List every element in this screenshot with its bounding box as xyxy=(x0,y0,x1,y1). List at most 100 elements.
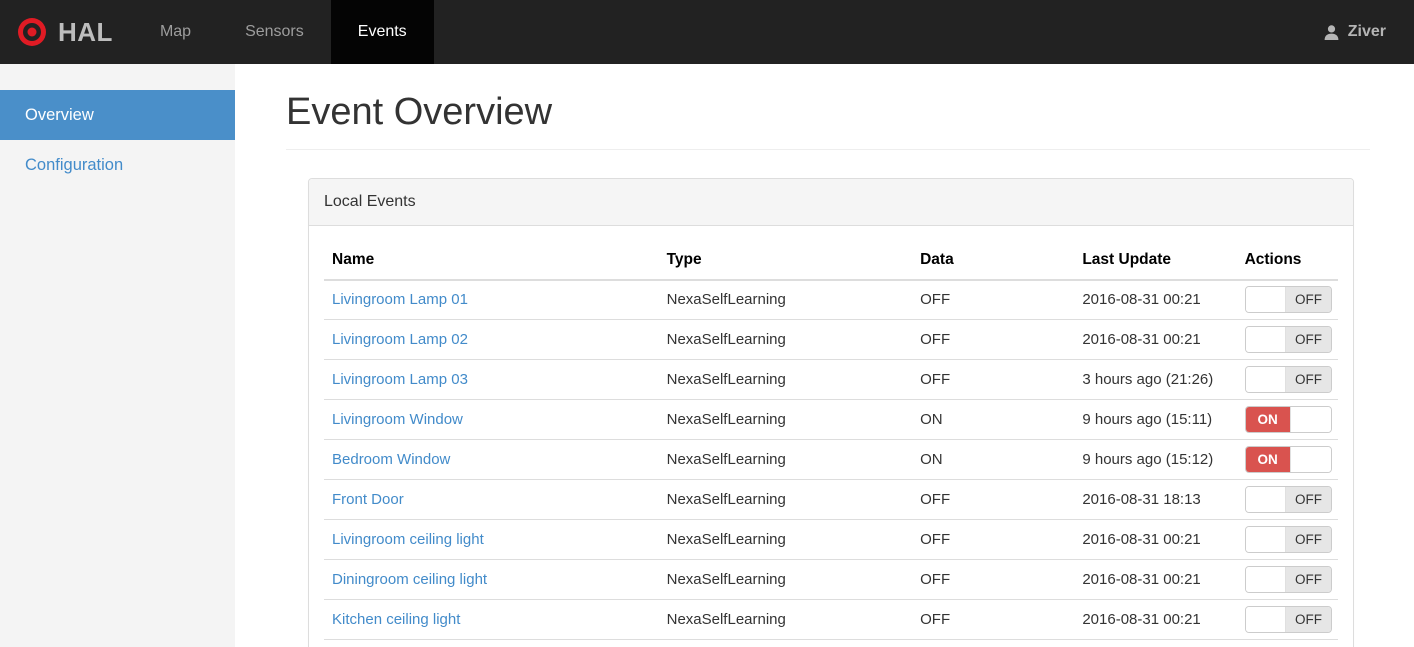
toggle-state-label: OFF xyxy=(1286,367,1331,393)
cell-type: NexaSelfLearning xyxy=(658,439,913,481)
cell-actions: OFF xyxy=(1236,319,1338,361)
event-name-link[interactable]: Livingroom Lamp 02 xyxy=(332,331,468,348)
column-header-last-update: Last Update xyxy=(1074,240,1237,281)
table-row: Diningroom ceiling light NexaSelfLearning… xyxy=(324,559,1338,601)
cell-last-update: 2016-08-31 00:21 xyxy=(1074,319,1237,361)
toggle-switch[interactable]: OFF xyxy=(1244,606,1332,634)
cell-last-update: 2016-08-31 00:21 xyxy=(1074,279,1237,321)
cell-type: NexaSelfLearning xyxy=(658,519,913,561)
cell-name: Livingroom Window xyxy=(324,399,659,441)
toggle-state-label: OFF xyxy=(1286,567,1331,593)
cell-type: NexaSelfLearning xyxy=(658,479,913,521)
cell-actions: OFF xyxy=(1236,599,1338,641)
cell-actions: ON xyxy=(1236,439,1338,481)
toggle-switch[interactable]: OFF xyxy=(1244,326,1332,354)
user-name: Ziver xyxy=(1347,23,1386,40)
cell-name: Livingroom Lamp 01 xyxy=(324,279,659,321)
nav-item-events[interactable]: Events xyxy=(330,0,434,64)
cell-last-update: 9 hours ago (15:12) xyxy=(1074,439,1237,481)
cell-name: Livingroom Lamp 03 xyxy=(324,359,659,401)
toggle-knob xyxy=(1289,447,1331,473)
nav-item-sensors[interactable]: Sensors xyxy=(218,0,331,64)
column-header-data: Data xyxy=(912,240,1075,281)
event-name-link[interactable]: Diningroom ceiling light xyxy=(332,571,487,588)
table-header-row: Name Type Data Last Update Actions xyxy=(324,240,1338,281)
cell-name: Bedroom Window xyxy=(324,439,659,481)
cell-data: OFF xyxy=(912,599,1075,641)
toggle-knob xyxy=(1245,527,1287,553)
nav-item-map[interactable]: Map xyxy=(133,0,218,64)
panel-title: Local Events xyxy=(309,178,1353,226)
table-row: Bedroom Window NexaSelfLearning ON 9 hours … xyxy=(324,439,1338,481)
toggle-switch[interactable]: OFF xyxy=(1244,366,1332,394)
events-table-body: Livingroom Lamp 01 NexaSelfLearning OFF 201… xyxy=(324,279,1338,641)
toggle-state-label: ON xyxy=(1245,447,1290,473)
column-header-actions: Actions xyxy=(1236,240,1338,281)
toggle-state-label: OFF xyxy=(1286,607,1331,633)
cell-type: NexaSelfLearning xyxy=(658,399,913,441)
event-name-link[interactable]: Livingroom Lamp 01 xyxy=(332,291,468,308)
toggle-knob xyxy=(1289,407,1331,433)
cell-type: NexaSelfLearning xyxy=(658,319,913,361)
cell-name: Diningroom ceiling light xyxy=(324,559,659,601)
cell-name: Kitchen ceiling light xyxy=(324,599,659,641)
cell-data: ON xyxy=(912,399,1075,441)
hal-logo-icon xyxy=(16,16,48,48)
brand-label: HAL xyxy=(58,16,113,47)
event-name-link[interactable]: Livingroom Lamp 03 xyxy=(332,371,468,388)
local-events-panel: Local Events Name Type Data Last Update xyxy=(308,177,1354,647)
toggle-knob xyxy=(1245,327,1287,353)
panel-body: Name Type Data Last Update Actions Livin… xyxy=(309,226,1353,647)
toggle-knob xyxy=(1245,287,1287,313)
event-name-link[interactable]: Kitchen ceiling light xyxy=(332,611,460,628)
cell-data: OFF xyxy=(912,559,1075,601)
cell-actions: OFF xyxy=(1236,559,1338,601)
toggle-switch[interactable]: ON xyxy=(1244,406,1332,434)
cell-actions: OFF xyxy=(1236,479,1338,521)
main-content: Event Overview Local Events Name Type Da… xyxy=(235,64,1414,647)
cell-last-update: 2016-08-31 00:21 xyxy=(1074,519,1237,561)
sidebar-item-configuration[interactable]: Configuration xyxy=(0,140,235,190)
table-row: Livingroom Lamp 03 NexaSelfLearning OFF 3 h… xyxy=(324,359,1338,401)
toggle-knob xyxy=(1245,567,1287,593)
cell-type: NexaSelfLearning xyxy=(658,599,913,641)
event-name-link[interactable]: Front Door xyxy=(332,491,404,508)
column-header-name: Name xyxy=(324,240,659,281)
brand[interactable]: HAL xyxy=(0,0,133,64)
cell-type: NexaSelfLearning xyxy=(658,279,913,321)
page-layout: Overview Configuration Event Overview Lo… xyxy=(0,64,1414,647)
toggle-switch[interactable]: OFF xyxy=(1244,566,1332,594)
event-name-link[interactable]: Bedroom Window xyxy=(332,451,450,468)
cell-type: NexaSelfLearning xyxy=(658,559,913,601)
cell-data: OFF xyxy=(912,319,1075,361)
toggle-switch[interactable]: OFF xyxy=(1244,286,1332,314)
cell-last-update: 2016-08-31 00:21 xyxy=(1074,559,1237,601)
cell-name: Livingroom Lamp 02 xyxy=(324,319,659,361)
cell-data: ON xyxy=(912,439,1075,481)
table-row: Livingroom ceiling light NexaSelfLearning… xyxy=(324,519,1338,561)
page-title-divider xyxy=(286,148,1370,150)
cell-last-update: 9 hours ago (15:11) xyxy=(1074,399,1237,441)
user-icon xyxy=(1323,24,1340,41)
toggle-switch[interactable]: ON xyxy=(1244,446,1332,474)
toggle-state-label: OFF xyxy=(1286,287,1331,313)
event-name-link[interactable]: Livingroom Window xyxy=(332,411,463,428)
toggle-state-label: OFF xyxy=(1286,527,1331,553)
cell-last-update: 3 hours ago (21:26) xyxy=(1074,359,1237,401)
toggle-state-label: OFF xyxy=(1286,327,1331,353)
toggle-state-label: OFF xyxy=(1286,487,1331,513)
toggle-state-label: ON xyxy=(1245,407,1290,433)
toggle-switch[interactable]: OFF xyxy=(1244,526,1332,554)
sidebar-item-overview[interactable]: Overview xyxy=(0,90,235,140)
top-navbar: HAL Map Sensors Events Ziver xyxy=(0,0,1414,64)
toggle-switch[interactable]: OFF xyxy=(1244,486,1332,514)
user-menu[interactable]: Ziver xyxy=(1323,0,1414,64)
cell-type: NexaSelfLearning xyxy=(658,359,913,401)
cell-data: OFF xyxy=(912,479,1075,521)
events-table: Name Type Data Last Update Actions Livin… xyxy=(324,240,1338,641)
column-header-type: Type xyxy=(658,240,913,281)
toggle-knob xyxy=(1245,607,1287,633)
event-name-link[interactable]: Livingroom ceiling light xyxy=(332,531,484,548)
cell-actions: OFF xyxy=(1236,519,1338,561)
sidebar: Overview Configuration xyxy=(0,64,235,647)
